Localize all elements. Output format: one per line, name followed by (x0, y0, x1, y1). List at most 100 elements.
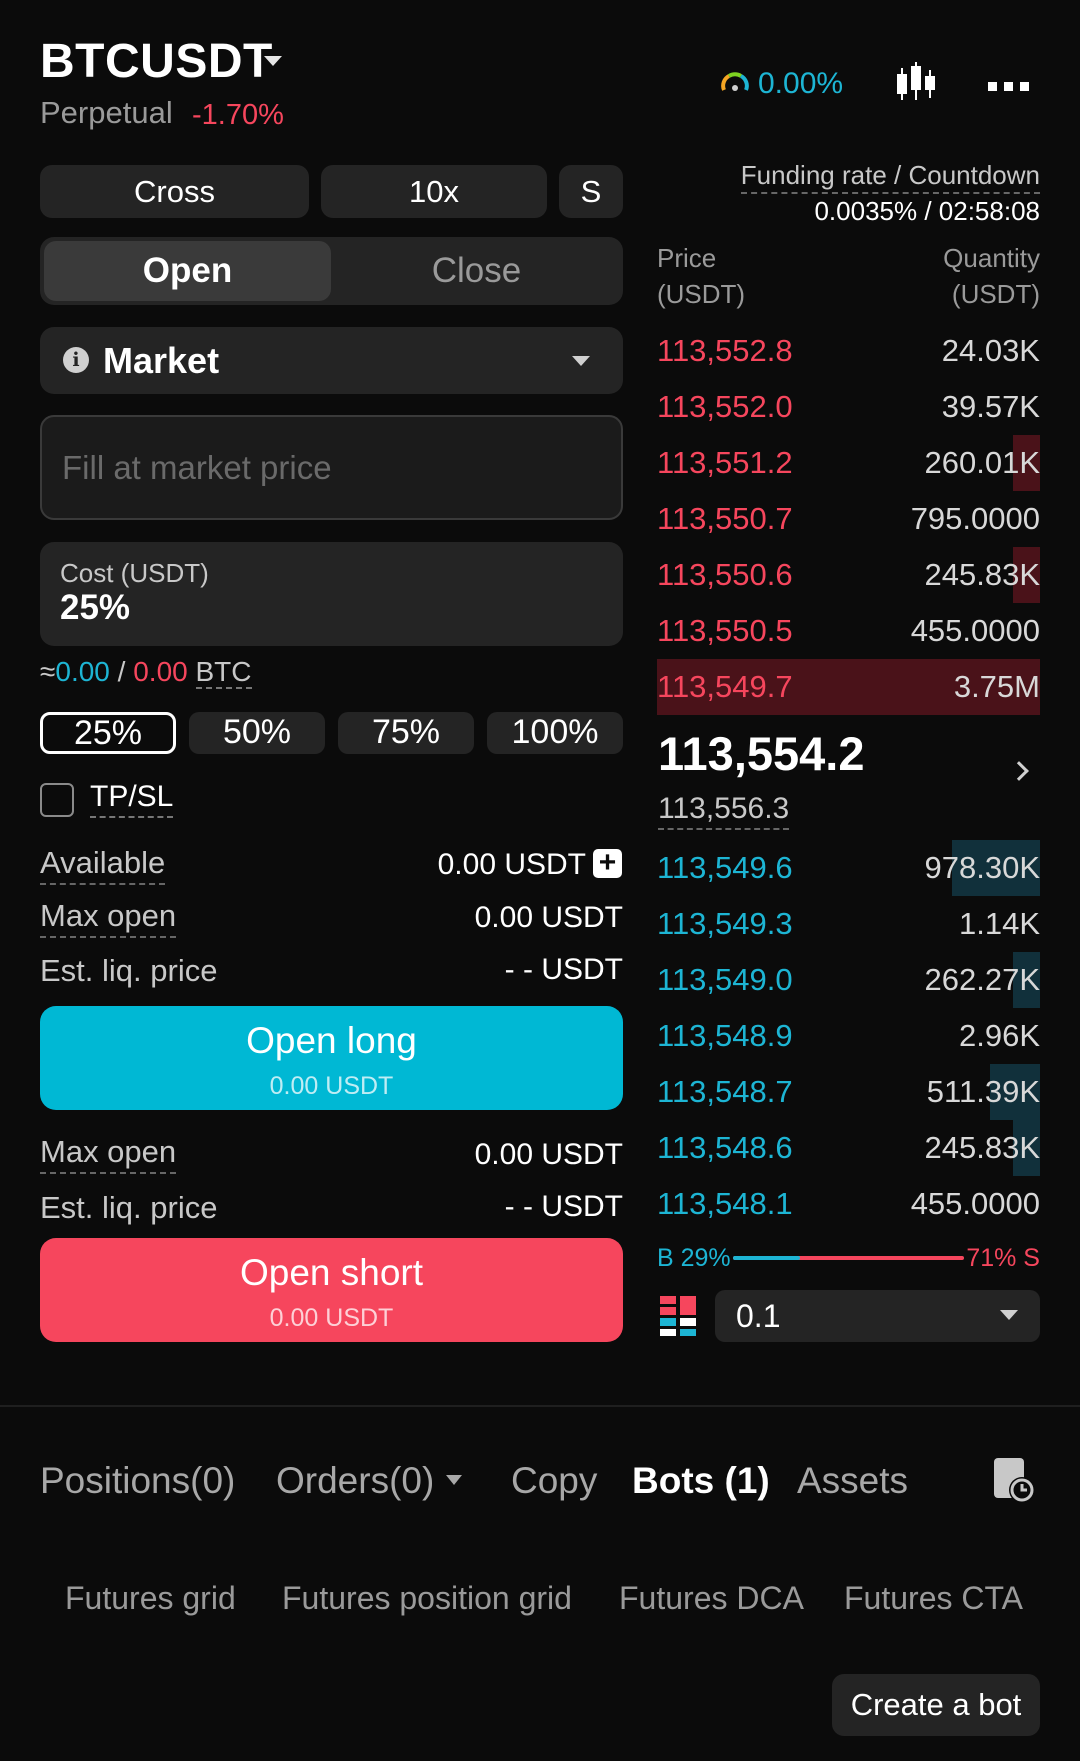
quantity-header: Quantity (USDT) (943, 240, 1040, 312)
order-price: 113,549.0 (657, 962, 793, 997)
ask-row[interactable]: 113,550.5 455.0000 (657, 603, 1040, 659)
gauge-icon[interactable] (720, 68, 750, 98)
order-price: 113,548.6 (657, 1130, 793, 1165)
order-quantity: 245.83K (924, 557, 1041, 592)
bot-type-futures-dca[interactable]: Futures DCA (619, 1580, 804, 1617)
order-quantity: 2.96K (958, 1018, 1040, 1053)
history-icon[interactable] (992, 1456, 1036, 1504)
sell-ratio: 71% S (966, 1244, 1040, 1272)
bid-row[interactable]: 113,548.1 455.0000 (657, 1176, 1040, 1232)
create-bot-button[interactable]: Create a bot (832, 1674, 1040, 1736)
tab-close[interactable]: Close (333, 241, 620, 301)
order-quantity: 455.0000 (910, 1186, 1040, 1221)
tab-open[interactable]: Open (44, 241, 331, 301)
ask-row[interactable]: 113,550.6 245.83K (657, 547, 1040, 603)
order-quantity: 511.39K (926, 1074, 1040, 1109)
order-price: 113,548.7 (657, 1074, 793, 1109)
max-open-label[interactable]: Max open (40, 1134, 177, 1174)
position-mode-button[interactable]: S (559, 165, 623, 218)
tab-copy[interactable]: Copy (511, 1460, 597, 1502)
percent-25-button[interactable]: 25% (40, 712, 176, 754)
tpsl-checkbox[interactable] (40, 783, 74, 817)
approx-unit[interactable]: BTC (195, 656, 252, 689)
tab-orders[interactable]: Orders(0) (276, 1460, 434, 1502)
open-long-label: Open long (246, 1020, 417, 1061)
plus-icon[interactable]: + (593, 848, 622, 878)
tab-bots[interactable]: Bots (1) (632, 1460, 770, 1502)
symbol-title[interactable]: BTCUSDT (40, 34, 273, 89)
chevron-down-icon[interactable] (264, 56, 282, 66)
percent-75-button[interactable]: 75% (338, 712, 474, 754)
liq-price-label: Est. liq. price (40, 953, 218, 988)
open-short-button[interactable]: Open short 0.00 USDT (40, 1238, 623, 1342)
bid-row[interactable]: 113,548.7 511.39K (657, 1064, 1040, 1120)
bid-row[interactable]: 113,548.9 2.96K (657, 1008, 1040, 1064)
tpsl-label[interactable]: TP/SL (90, 780, 174, 818)
chevron-down-icon (572, 356, 590, 366)
chevron-down-icon[interactable] (446, 1475, 462, 1485)
order-quantity: 262.27K (924, 962, 1041, 997)
available-value: 0.00 USDT (437, 848, 586, 881)
more-icon[interactable] (988, 78, 1036, 96)
max-open-label[interactable]: Max open (40, 898, 177, 938)
liq-price-label: Est. liq. price (40, 1190, 218, 1225)
ratio-bar-buy-fill (733, 1256, 800, 1260)
bid-row[interactable]: 113,549.0 262.27K (657, 952, 1040, 1008)
bid-row[interactable]: 113,549.6 978.30K (657, 840, 1040, 896)
funding-rate-label[interactable]: Funding rate / Countdown (740, 160, 1040, 194)
divider (0, 1405, 1080, 1407)
order-quantity: 978.30K (924, 850, 1041, 885)
tab-positions[interactable]: Positions(0) (40, 1460, 235, 1502)
ask-row[interactable]: 113,552.8 24.03K (657, 323, 1040, 379)
order-price: 113,550.6 (657, 557, 793, 592)
ask-row[interactable]: 113,550.7 795.0000 (657, 491, 1040, 547)
chevron-down-icon (1000, 1310, 1018, 1320)
bid-row[interactable]: 113,548.6 245.83K (657, 1120, 1040, 1176)
order-price: 113,549.7 (657, 669, 793, 704)
ratio-bar (733, 1256, 964, 1260)
percent-50-button[interactable]: 50% (189, 712, 325, 754)
margin-mode-button[interactable]: Cross (40, 165, 309, 218)
open-long-button[interactable]: Open long 0.00 USDT (40, 1006, 623, 1110)
cost-value: 25% (60, 588, 131, 627)
open-long-amount: 0.00 USDT (269, 1072, 394, 1100)
price-header: Price (USDT) (657, 240, 745, 312)
max-open-value: 0.00 USDT (474, 901, 623, 934)
leverage-button[interactable]: 10x (321, 165, 547, 218)
approx-size: ≈0.00 / 0.00 BTC (40, 656, 252, 689)
order-type-label: Market (103, 340, 220, 381)
order-price: 113,552.8 (657, 333, 793, 368)
bot-type-futures-cta[interactable]: Futures CTA (844, 1580, 1023, 1617)
tab-assets[interactable]: Assets (797, 1460, 908, 1502)
chevron-right-icon[interactable] (1009, 761, 1029, 781)
order-quantity: 1.14K (958, 906, 1040, 941)
order-price: 113,550.5 (657, 613, 793, 648)
price-input[interactable] (40, 415, 623, 520)
approx-short-value: 0.00 (133, 656, 188, 687)
buy-ratio: B 29% (657, 1244, 731, 1272)
quantity-header-label: Quantity (943, 243, 1040, 273)
percent-100-button[interactable]: 100% (487, 712, 623, 754)
mark-price[interactable]: 113,556.3 (658, 792, 790, 830)
order-price: 113,549.6 (657, 850, 793, 885)
last-price[interactable]: 113,554.2 (658, 726, 865, 781)
ask-row[interactable]: 113,549.7 3.75M (657, 659, 1040, 715)
order-quantity: 795.0000 (910, 501, 1040, 536)
price-header-label: Price (657, 243, 717, 273)
price-header-unit: (USDT) (657, 279, 746, 309)
info-icon[interactable]: i (63, 347, 89, 373)
available-label[interactable]: Available (40, 845, 166, 885)
candlestick-chart-icon[interactable] (894, 62, 938, 104)
price-change: -1.70% (192, 99, 284, 131)
liq-price-value: - - USDT (504, 1190, 623, 1223)
bot-type-futures-grid[interactable]: Futures grid (65, 1580, 236, 1617)
ask-row[interactable]: 113,552.0 39.57K (657, 379, 1040, 435)
ask-row[interactable]: 113,551.2 260.01K (657, 435, 1040, 491)
bot-type-futures-position-grid[interactable]: Futures position grid (282, 1580, 572, 1617)
open-short-amount: 0.00 USDT (269, 1304, 394, 1332)
order-quantity: 39.57K (941, 389, 1040, 424)
orderbook-layout-icon[interactable] (660, 1296, 696, 1336)
rate-indicator[interactable]: 0.00% (758, 67, 843, 101)
bid-row[interactable]: 113,549.3 1.14K (657, 896, 1040, 952)
approx-long-value: 0.00 (55, 656, 110, 687)
